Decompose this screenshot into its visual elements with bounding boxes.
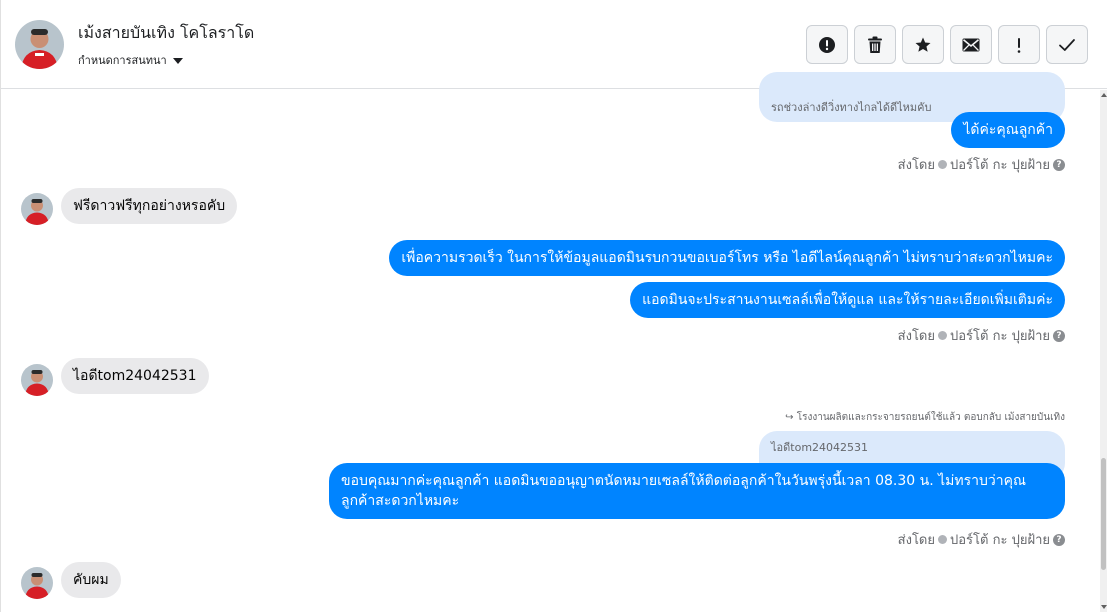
help-icon[interactable]: ?	[1053, 158, 1065, 171]
message-text: ขอบคุณมากค่ะคุณลูกค้า แอดมินขออนุญาตนัดห…	[341, 473, 1026, 509]
verified-icon	[938, 160, 947, 169]
message-text: คับผม	[73, 572, 109, 588]
check-icon	[1059, 38, 1075, 51]
outgoing-message: แอดมินจะประสานงานเซลล์เพื่อให้ดูแล และให…	[630, 282, 1065, 318]
verified-icon	[938, 331, 947, 340]
sent-by-label: ส่งโดย	[897, 533, 935, 548]
report-spam-button[interactable]	[806, 25, 848, 64]
incoming-message: ฟรีดาวฟรีทุกอย่างหรอคับ	[61, 188, 238, 224]
sent-by-label: ส่งโดย	[897, 158, 935, 173]
message-text: เพื่อความรวดเร็ว ในการให้ข้อมูลแอดมินรบก…	[401, 250, 1053, 266]
conversation-toolbar	[806, 25, 1088, 64]
star-icon	[915, 37, 931, 52]
trash-icon	[868, 36, 882, 53]
sent-by-label: ส่งโดย	[897, 329, 935, 344]
message-text: แอดมินจะประสานงานเซลล์เพื่อให้ดูแล และให…	[642, 292, 1053, 308]
reply-arrow-icon: ↪	[785, 412, 794, 423]
outgoing-message: ขอบคุณมากค่ะคุณลูกค้า แอดมินขออนุญาตนัดห…	[329, 463, 1065, 519]
reply-note: ↪ โรงงานผลิตและกระจายรถยนต์ใช้แล้ว ตอบกล…	[785, 410, 1065, 425]
outgoing-message: เพื่อความรวดเร็ว ในการให้ข้อมูลแอดมินรบก…	[389, 240, 1065, 276]
sent-by-agent[interactable]: ปอร์โต้ กะ ปุยฝ้าย	[950, 529, 1050, 550]
help-icon[interactable]: ?	[1053, 329, 1065, 342]
reply-note-text: โรงงานผลิตและกระจายรถยนต์ใช้แล้ว ตอบกลับ…	[796, 412, 1065, 423]
scroll-up-arrow-icon[interactable]	[1101, 93, 1107, 97]
contact-avatar-small[interactable]	[21, 193, 53, 225]
message-text: ฟรีดาวฟรีทุกอย่างหรอคับ	[73, 198, 226, 214]
message-thread: รถช่วงล่างดีวิ่งทางไกลได้ดีไหมคับ ได้ค่ะ…	[1, 72, 1101, 612]
follow-up-button[interactable]	[998, 25, 1040, 64]
mark-done-button[interactable]	[1046, 25, 1088, 64]
assign-label: กำหนดการสนทนา	[78, 54, 167, 67]
incoming-message: คับผม	[61, 562, 121, 598]
outgoing-message: ได้ค่ะคุณลูกค้า	[951, 112, 1065, 148]
contact-avatar-small[interactable]	[21, 364, 53, 396]
mark-unread-button[interactable]	[950, 25, 992, 64]
contact-name[interactable]: เม้งสายบันเทิง โคโลราโด	[78, 21, 254, 46]
alert-circle-icon	[819, 36, 835, 53]
sent-by-agent[interactable]: ปอร์โต้ กะ ปุยฝ้าย	[950, 325, 1050, 346]
scroll-thumb[interactable]	[1101, 458, 1106, 570]
sent-by-row: ส่งโดย ปอร์โต้ กะ ปุยฝ้าย ?	[898, 154, 1065, 175]
verified-icon	[938, 535, 947, 544]
envelope-icon	[962, 38, 980, 51]
exclamation-icon	[1017, 37, 1021, 53]
thread-scrollbar[interactable]	[1100, 90, 1107, 612]
scroll-down-arrow-icon[interactable]	[1101, 605, 1107, 609]
caret-down-icon	[172, 57, 183, 64]
help-icon[interactable]: ?	[1053, 533, 1065, 546]
assign-conversation-dropdown[interactable]: กำหนดการสนทนา	[78, 51, 183, 69]
conversation-window: เม้งสายบันเทิง โคโลราโด กำหนดการสนทนา รถ…	[0, 0, 1107, 612]
quoted-message-text: รถช่วงล่างดีวิ่งทางไกลได้ดีไหมคับ	[771, 101, 932, 114]
sent-by-row: ส่งโดย ปอร์โต้ กะ ปุยฝ้าย ?	[898, 529, 1065, 550]
message-text: ไอดีtom24042531	[73, 368, 197, 384]
message-text: ได้ค่ะคุณลูกค้า	[963, 122, 1053, 138]
contact-avatar-small[interactable]	[21, 567, 53, 599]
contact-avatar[interactable]	[15, 20, 64, 69]
sent-by-agent[interactable]: ปอร์โต้ กะ ปุยฝ้าย	[950, 154, 1050, 175]
quoted-message-text: ไอดีtom24042531	[771, 441, 869, 454]
star-button[interactable]	[902, 25, 944, 64]
sent-by-row: ส่งโดย ปอร์โต้ กะ ปุยฝ้าย ?	[898, 325, 1065, 346]
delete-button[interactable]	[854, 25, 896, 64]
incoming-message: ไอดีtom24042531	[61, 358, 209, 394]
